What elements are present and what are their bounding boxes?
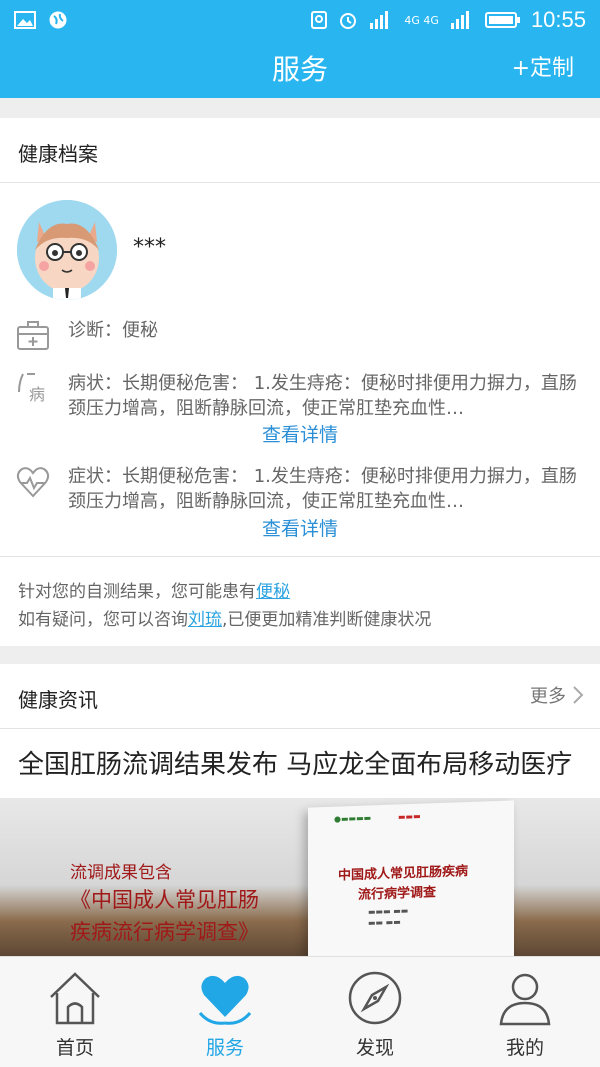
health-news-card: 健康资讯 更多 全国肛肠流调结果发布 马应龙全面布局移动医疗 流调成果包含 《中… xyxy=(0,664,600,956)
user-icon xyxy=(499,973,551,1026)
signal-icon xyxy=(370,11,389,29)
location-icon xyxy=(311,11,328,29)
status-bar: 4G 4G 10:55 xyxy=(0,0,600,40)
tab-mine[interactable]: 我的 xyxy=(450,957,600,1067)
health-record-title: 健康档案 xyxy=(18,142,98,166)
globe-icon xyxy=(49,11,67,29)
tab-service-label: 服务 xyxy=(205,1037,244,1059)
divider xyxy=(0,728,600,729)
symptom-text: 症状：长期便秘危害： 1.发生痔疮：便秘时排便用力摒力，直肠颈压力增高，阻断静脉… xyxy=(68,466,577,512)
banner-line-2: 《中国成人常见肛肠 xyxy=(70,888,259,912)
more-button[interactable]: 更多 xyxy=(530,682,584,708)
diagnosis-hint: 针对您的自测结果，您可能患有便秘 xyxy=(18,577,290,602)
hint-text: 如有疑问，您可以咨询 xyxy=(18,610,188,630)
consult-hint: 如有疑问，您可以咨询刘琉,已便更加精准判断健康状况 xyxy=(18,605,431,630)
tab-service[interactable]: 服务 xyxy=(150,957,300,1067)
hint-text: 针对您的自测结果，您可能患有 xyxy=(18,582,256,602)
disease-text: 病状：长期便秘危害： 1.发生痔疮：便秘时排便用力摒力，直肠颈压力增高，阻断静脉… xyxy=(68,373,577,419)
tab-mine-label: 我的 xyxy=(505,1037,544,1059)
tab-discover[interactable]: 发现 xyxy=(300,957,450,1067)
compass-icon xyxy=(348,971,402,1025)
tab-home[interactable]: 首页 xyxy=(0,957,150,1067)
book-author-line: ▬▬▬ ▬▬ xyxy=(368,906,409,917)
health-news-title: 健康资讯 xyxy=(18,688,98,712)
app-header: 服务 +定制 xyxy=(0,40,600,98)
svg-text:病: 病 xyxy=(29,385,45,404)
banner-line-1: 流调成果包含 xyxy=(70,863,172,883)
more-label: 更多 xyxy=(530,686,566,707)
diagnosis-row: 诊断：便秘 xyxy=(68,318,588,343)
avatar-image xyxy=(17,200,117,300)
book-logo: ●▬▬▬▬ xyxy=(334,813,372,824)
home-icon xyxy=(50,972,100,1025)
medical-kit-icon xyxy=(17,321,49,350)
customize-button[interactable]: +定制 xyxy=(512,50,574,82)
clock: 10:55 xyxy=(530,7,586,32)
network-type: 4G 4G xyxy=(404,13,439,27)
battery-icon xyxy=(484,12,520,28)
disease-icon: 病 xyxy=(18,373,45,404)
gallery-icon xyxy=(14,11,36,29)
username: *** xyxy=(133,235,166,260)
diagnosis-text: 诊断：便秘 xyxy=(68,320,158,341)
news-banner-image[interactable]: 流调成果包含 《中国成人常见肛肠 疾病流行病学调查》 ●▬▬▬▬ ▬▬▬ 中国成… xyxy=(0,798,600,956)
book-logo-2: ▬▬▬ xyxy=(398,811,421,822)
hint-text: ,已便更加精准判断健康状况 xyxy=(222,610,432,630)
tab-home-label: 首页 xyxy=(55,1037,94,1059)
banner-line-3: 疾病流行病学调查》 xyxy=(70,920,259,944)
report-book: ●▬▬▬▬ ▬▬▬ 中国成人常见肛肠疾病 流行病学调查 ▬▬▬ ▬▬ ▬▬ ▬▬ xyxy=(308,800,514,956)
divider xyxy=(0,182,600,183)
heart-rate-icon xyxy=(16,467,50,498)
page-title: 服务 xyxy=(271,53,328,86)
heart-icon xyxy=(198,975,252,1025)
tab-discover-label: 发现 xyxy=(355,1037,394,1059)
alarm-icon xyxy=(340,13,357,29)
book-author-line: ▬▬ ▬▬ xyxy=(368,917,401,928)
bottom-tab-bar: 首页 服务 发现 我的 xyxy=(0,956,600,1067)
health-record-card: 健康档案 *** 诊断：便秘 病 病状：长期便秘危害： 1.发生痔疮：便秘时排便… xyxy=(0,118,600,646)
news-headline[interactable]: 全国肛肠流调结果发布 马应龙全面布局移动医疗 xyxy=(18,744,572,781)
divider xyxy=(0,556,600,557)
doctor-link[interactable]: 刘琉 xyxy=(188,610,222,630)
book-title-1: 中国成人常见肛肠疾病 xyxy=(338,864,469,884)
disease-detail-link[interactable]: 查看详情 xyxy=(0,420,600,447)
symptom-detail-link[interactable]: 查看详情 xyxy=(0,514,600,541)
chevron-right-icon xyxy=(573,686,584,704)
book-title-2: 流行病学调查 xyxy=(358,885,437,903)
disease-link[interactable]: 便秘 xyxy=(256,582,290,602)
signal-icon-2 xyxy=(450,11,469,29)
avatar[interactable] xyxy=(17,200,117,300)
